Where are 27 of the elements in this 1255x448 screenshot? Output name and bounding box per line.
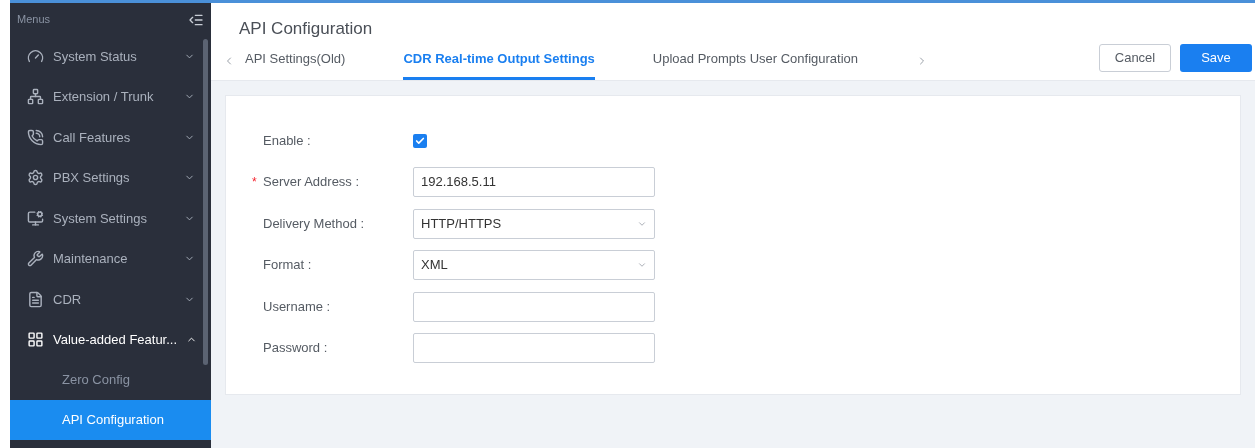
sidebar-item[interactable]: Value-added Featur... (10, 319, 211, 360)
sidebar-subitem[interactable]: API Configuration (10, 400, 211, 440)
sidebar-title: Menus (17, 12, 51, 28)
tab[interactable]: CDR Real-time Output Settings (403, 41, 595, 80)
input-field[interactable]: 192.168.5.11 (413, 167, 655, 197)
tab[interactable]: API Settings(Old) (245, 41, 346, 80)
sidebar-item[interactable]: PBX Settings (10, 157, 211, 198)
field-label: Username : (263, 297, 331, 316)
sidebar-item[interactable]: Extension / Trunk (10, 76, 211, 117)
field-label: Server Address : (263, 173, 360, 192)
required-asterisk: * (252, 174, 258, 191)
sidebar-item[interactable]: Maintenance (10, 238, 211, 279)
cancel-button[interactable]: Cancel (1099, 43, 1171, 72)
sidebar-item[interactable]: System Settings (10, 198, 211, 239)
field-label: Delivery Method : (263, 214, 365, 233)
sidebar-item[interactable]: System Status (10, 36, 211, 77)
save-button[interactable]: Save (1180, 43, 1252, 72)
sidebar-item[interactable]: CDR (10, 279, 211, 320)
field-label: Password : (263, 339, 328, 358)
field-label: Format : (263, 256, 312, 275)
field-label: Enable : (263, 131, 311, 150)
sidebar-subitem[interactable]: Zero Config (10, 360, 211, 400)
select-field[interactable]: HTTP/HTTPS (413, 208, 655, 239)
select-field[interactable]: XML (413, 250, 655, 280)
page-title: API Configuration (238, 18, 373, 40)
tab[interactable]: Upload Prompts User Configuration (652, 41, 859, 80)
sidebar-item[interactable]: Call Features (10, 117, 211, 158)
